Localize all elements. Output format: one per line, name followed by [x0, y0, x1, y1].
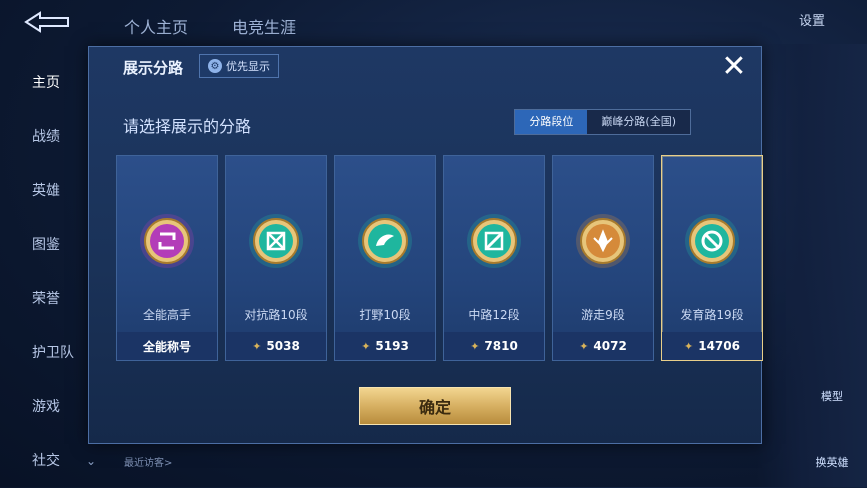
- lane-card-label: 发育路19段: [680, 308, 744, 322]
- mid-lane-icon: [465, 212, 523, 270]
- confirm-button[interactable]: 确定: [359, 387, 511, 425]
- clash-lane-icon: [247, 212, 305, 270]
- sidebar-item-label: 战绩: [32, 129, 60, 145]
- priority-display-button[interactable]: ⚙ 优先显示: [199, 54, 279, 78]
- priority-display-label: 优先显示: [226, 60, 270, 73]
- model-button[interactable]: 模型: [807, 388, 857, 404]
- roam-wings-icon: [574, 212, 632, 270]
- jungle-dragon-icon: [356, 212, 414, 270]
- rank-star-icon: ✦: [579, 339, 589, 353]
- rank-star-icon: ✦: [470, 339, 480, 353]
- tab-lane-rank[interactable]: 分路段位: [515, 110, 588, 134]
- lane-card-score: ✦ 5038: [226, 332, 326, 360]
- back-arrow-icon[interactable]: [20, 10, 72, 34]
- hero-model-background: [757, 44, 867, 487]
- rank-star-icon: ✦: [361, 339, 371, 353]
- lane-card-label: 全能高手: [142, 308, 191, 322]
- lane-card-label: 对抗路10段: [244, 308, 308, 322]
- sidebar-item-label: 主页: [32, 75, 60, 91]
- lane-card-value: 5193: [375, 339, 409, 353]
- sidebar-item-label: 游戏: [32, 399, 60, 415]
- select-lane-prompt: 请选择展示的分路: [123, 117, 252, 136]
- lane-card-score: 全能称号: [117, 332, 217, 360]
- lane-card-value: 4072: [593, 339, 627, 353]
- lane-card[interactable]: 全能高手 全能称号: [116, 155, 218, 361]
- lane-mode-tabs: 分路段位 巅峰分路(全国): [514, 109, 691, 135]
- lane-card-value: 14706: [698, 339, 740, 353]
- lane-card[interactable]: 对抗路10段 ✦ 5038: [225, 155, 327, 361]
- change-hero-button[interactable]: 换英雄: [807, 454, 857, 470]
- tab-personal-home[interactable]: 个人主页: [124, 14, 188, 38]
- lane-card[interactable]: 游走9段 ✦ 4072: [552, 155, 654, 361]
- lane-card-value: 7810: [484, 339, 518, 353]
- lane-display-dialog: 展示分路 ⚙ 优先显示 ✕ 请选择展示的分路 分路段位 巅峰分路(全国) 全能高…: [88, 46, 763, 444]
- sidebar-item-label: 社交: [32, 453, 60, 469]
- lane-card[interactable]: 中路12段 ✦ 7810: [443, 155, 545, 361]
- lane-card-value: 全能称号: [142, 339, 191, 354]
- gear-icon: ⚙: [208, 59, 222, 73]
- lane-card-score: ✦ 7810: [444, 332, 544, 360]
- farm-lane-icon: [683, 212, 741, 270]
- tab-esports-career[interactable]: 电竞生涯: [232, 14, 296, 38]
- sidebar-item-label: 图鉴: [32, 237, 60, 253]
- all-round-icon: [138, 212, 196, 270]
- recent-visitors-link[interactable]: 最近访客>: [124, 454, 172, 469]
- lane-card-label: 中路12段: [468, 308, 520, 322]
- dialog-title: 展示分路: [123, 59, 184, 77]
- tab-peak-lane-national[interactable]: 巅峰分路(全国): [587, 110, 690, 134]
- lane-card-label: 游走9段: [581, 308, 625, 322]
- lane-card-score: ✦ 14706: [662, 332, 762, 360]
- lane-card-score: ✦ 4072: [553, 332, 653, 360]
- lane-card[interactable]: 发育路19段 ✦ 14706: [661, 155, 763, 361]
- close-button[interactable]: ✕: [719, 52, 749, 83]
- sidebar-item-label: 护卫队: [32, 345, 74, 361]
- sidebar-item-label: 荣誉: [32, 291, 60, 307]
- lane-card-score: ✦ 5193: [335, 332, 435, 360]
- rank-star-icon: ✦: [684, 339, 694, 353]
- lane-card[interactable]: 打野10段 ✦ 5193: [334, 155, 436, 361]
- rank-star-icon: ✦: [252, 339, 262, 353]
- sidebar-item-label: 英雄: [32, 183, 60, 199]
- lane-card-label: 打野10段: [359, 308, 411, 322]
- lane-cards: 全能高手 全能称号 对抗路10段 ✦ 5038 打野10段 ✦ 5193 中路12段 ✦ 7810 游…: [116, 155, 763, 361]
- lane-card-value: 5038: [266, 339, 300, 353]
- settings-link[interactable]: 设置: [799, 10, 825, 29]
